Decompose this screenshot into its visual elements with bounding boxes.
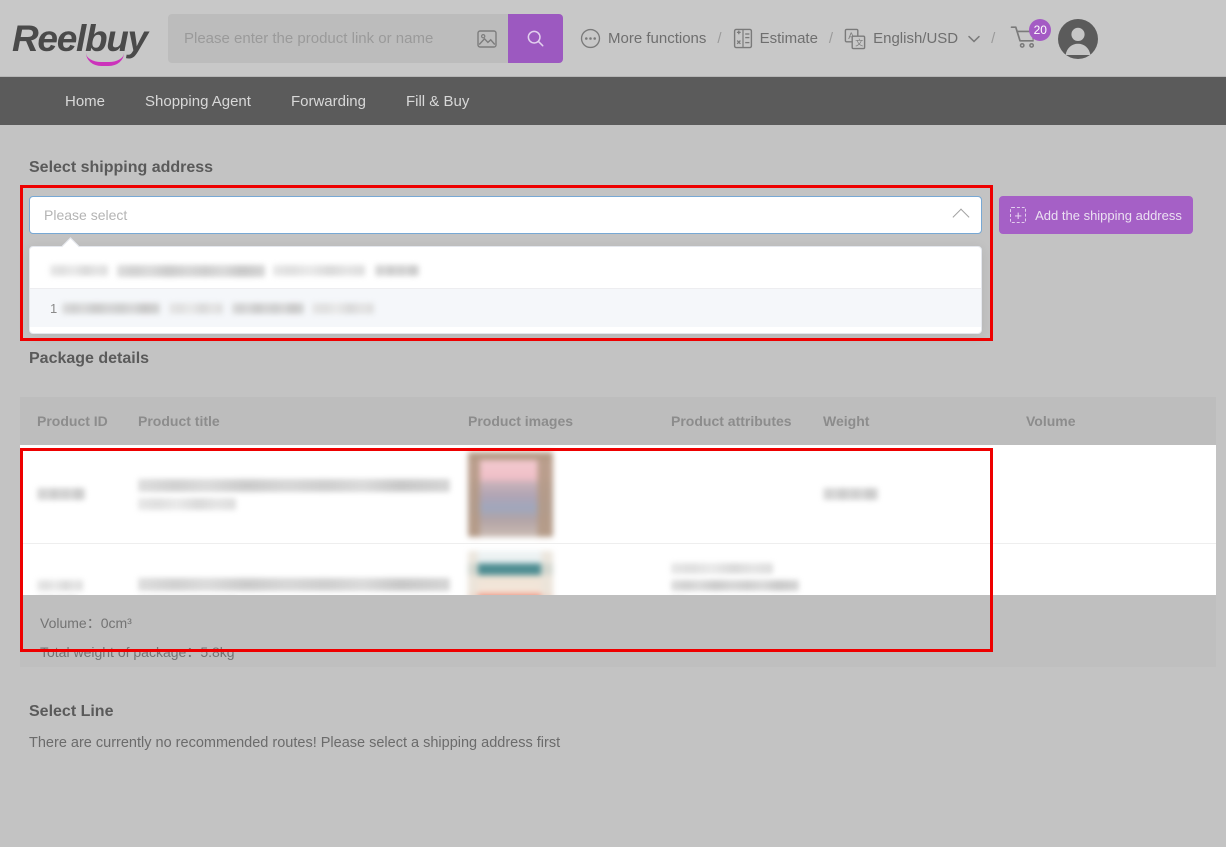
- summary-volume-value: 0cm³: [100, 615, 132, 631]
- brand-logo-text: Reelbuy: [12, 17, 148, 59]
- cell-weight: [806, 445, 1009, 543]
- col-product-attributes: Product attributes: [671, 413, 792, 429]
- plus-box-icon: +: [1010, 207, 1027, 223]
- header-separator: /: [717, 30, 722, 47]
- cell-product-attributes: [654, 445, 806, 543]
- cart-button[interactable]: 20: [1010, 18, 1052, 54]
- translate-icon: A 文: [844, 28, 866, 49]
- shipping-address-option-2[interactable]: 1: [30, 288, 981, 327]
- search-input[interactable]: [168, 30, 466, 47]
- user-avatar-icon: [1065, 27, 1091, 55]
- summary-weight-line: Total weight of package：5.8kg: [40, 638, 1196, 667]
- estimate-label: Estimate: [759, 30, 818, 47]
- product-image-1[interactable]: [468, 451, 553, 537]
- brand-smile-icon: [86, 53, 124, 66]
- nav-item-fill-and-buy[interactable]: Fill & Buy: [386, 93, 489, 110]
- add-shipping-address-button[interactable]: + Add the shipping address: [999, 196, 1193, 234]
- image-search-icon[interactable]: [466, 14, 508, 63]
- header-links: More functions / Estimate / A 文 English/…: [580, 0, 1099, 77]
- package-summary: Volume：0cm³ Total weight of package：5.8k…: [20, 595, 1216, 667]
- page-root: Reelbuy Please enter the product link or…: [0, 0, 1226, 847]
- more-functions-link[interactable]: More functions: [580, 28, 706, 49]
- search-bar: [168, 14, 508, 63]
- cell-product-image[interactable]: [451, 445, 654, 543]
- col-weight: Weight: [823, 413, 870, 429]
- shipping-address-dropdown[interactable]: 1: [29, 246, 982, 334]
- select-line-empty-message: There are currently no recommended route…: [29, 735, 561, 751]
- chevron-down-icon: [968, 35, 980, 42]
- chevron-up-icon: [952, 208, 970, 226]
- language-currency-selector[interactable]: A 文 English/USD: [844, 28, 980, 50]
- summary-volume-label: Volume：: [40, 615, 101, 631]
- cell-product-id: [20, 445, 121, 543]
- nav-item-forwarding[interactable]: Forwarding: [271, 93, 386, 110]
- main-content: Select shipping address Please select 1: [0, 125, 1226, 847]
- shipping-address-select[interactable]: Please select: [29, 196, 982, 234]
- search-button[interactable]: [508, 14, 563, 63]
- select-shipping-address-title: Select shipping address: [29, 159, 214, 176]
- estimate-link[interactable]: Estimate: [733, 28, 818, 49]
- main-nav: Home Shopping Agent Forwarding Fill & Bu…: [0, 77, 1226, 125]
- summary-weight-label: Total weight of package：: [40, 644, 201, 660]
- add-shipping-address-label: Add the shipping address: [1035, 207, 1182, 223]
- package-details-title: Package details: [29, 350, 150, 367]
- select-line-title: Select Line: [29, 703, 114, 720]
- col-product-images: Product images: [468, 413, 574, 429]
- header-separator-2: /: [828, 30, 834, 47]
- cell-product-title: [121, 445, 451, 543]
- table-row[interactable]: [20, 445, 1216, 544]
- search-icon: [527, 30, 544, 47]
- calculator-icon: [733, 28, 752, 49]
- summary-volume-line: Volume：0cm³: [40, 609, 1196, 638]
- nav-item-home[interactable]: Home: [45, 93, 125, 110]
- shipping-address-area: Please select 1: [29, 196, 982, 334]
- shipping-address-placeholder: Please select: [44, 207, 128, 223]
- site-header: Reelbuy Please enter the product link or…: [0, 0, 1226, 77]
- ellipsis-circle-icon: [580, 28, 601, 49]
- svg-text:文: 文: [855, 37, 863, 47]
- user-avatar[interactable]: [1058, 18, 1099, 59]
- nav-item-shopping-agent[interactable]: Shopping Agent: [125, 93, 271, 110]
- col-product-id: Product ID: [37, 413, 108, 429]
- brand-logo[interactable]: Reelbuy: [12, 15, 164, 66]
- table-header-row: Product ID Product title Product images …: [20, 397, 1216, 445]
- shipping-address-option-2-prefix: 1: [50, 300, 58, 316]
- header-separator-3: /: [991, 30, 996, 47]
- cart-badge: 20: [1029, 18, 1052, 41]
- col-product-title: Product title: [138, 413, 220, 429]
- cell-volume: [1009, 445, 1216, 543]
- shipping-address-option-1[interactable]: [30, 253, 981, 288]
- more-functions-label: More functions: [608, 30, 707, 47]
- col-volume: Volume: [1026, 413, 1076, 429]
- language-currency-label: English/USD: [873, 30, 959, 47]
- summary-weight-value: 5.8kg: [200, 644, 235, 660]
